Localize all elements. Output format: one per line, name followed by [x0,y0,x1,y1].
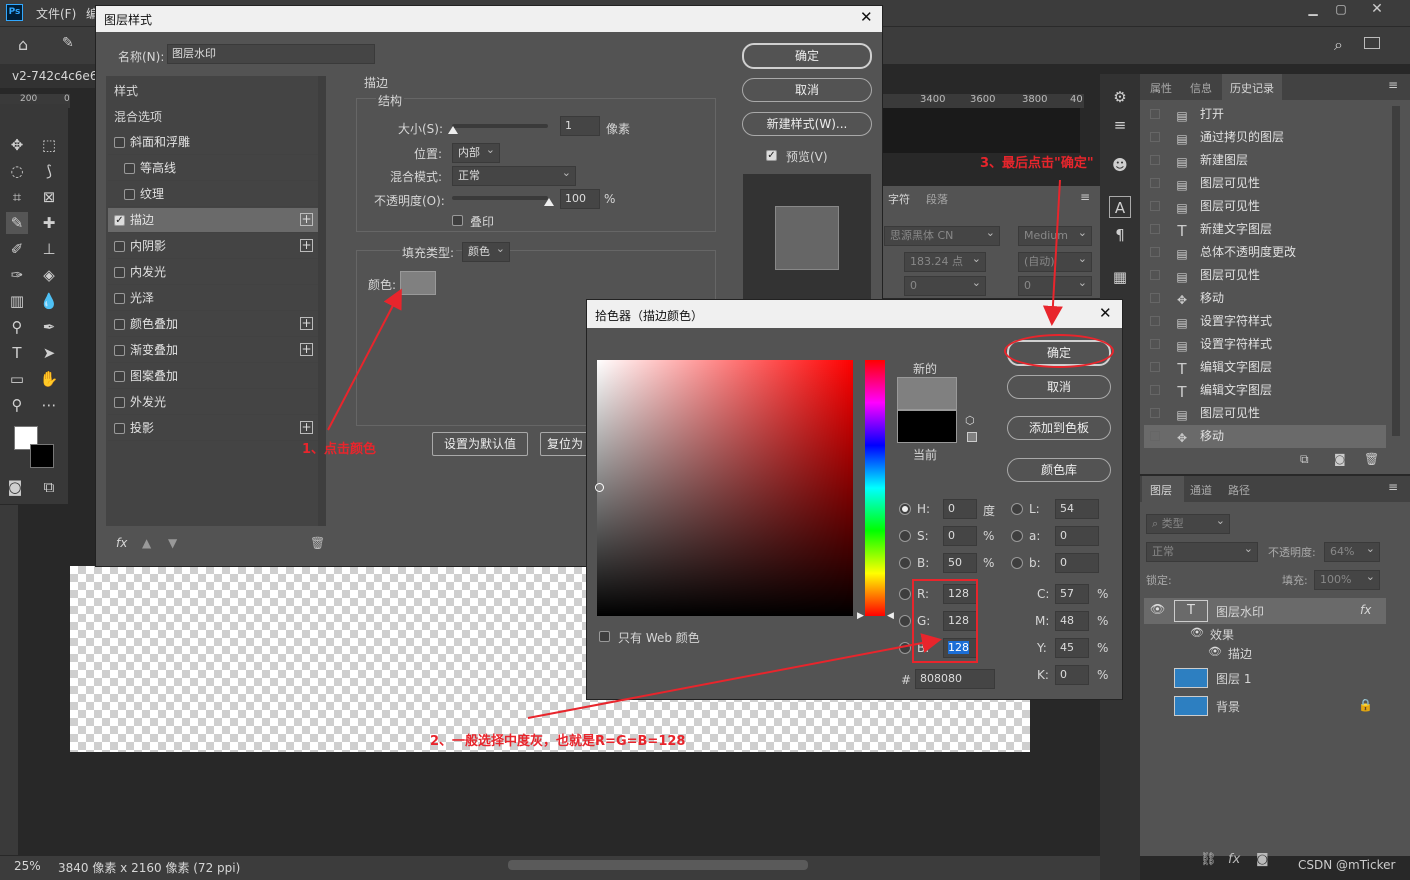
arrow-2 [527,633,942,719]
annotation-1: 1、点击颜色 [302,442,377,457]
annotation-2: 2、一般选择中度灰，也就是R=G=B=128 [430,734,686,749]
arrow-3 [1042,179,1063,326]
annotation-arrows [327,179,1063,719]
annotation-3: 3、最后点击"确定" [980,156,1094,171]
arrow-1 [327,288,402,431]
watermark: CSDN @mTicker [1298,858,1396,872]
